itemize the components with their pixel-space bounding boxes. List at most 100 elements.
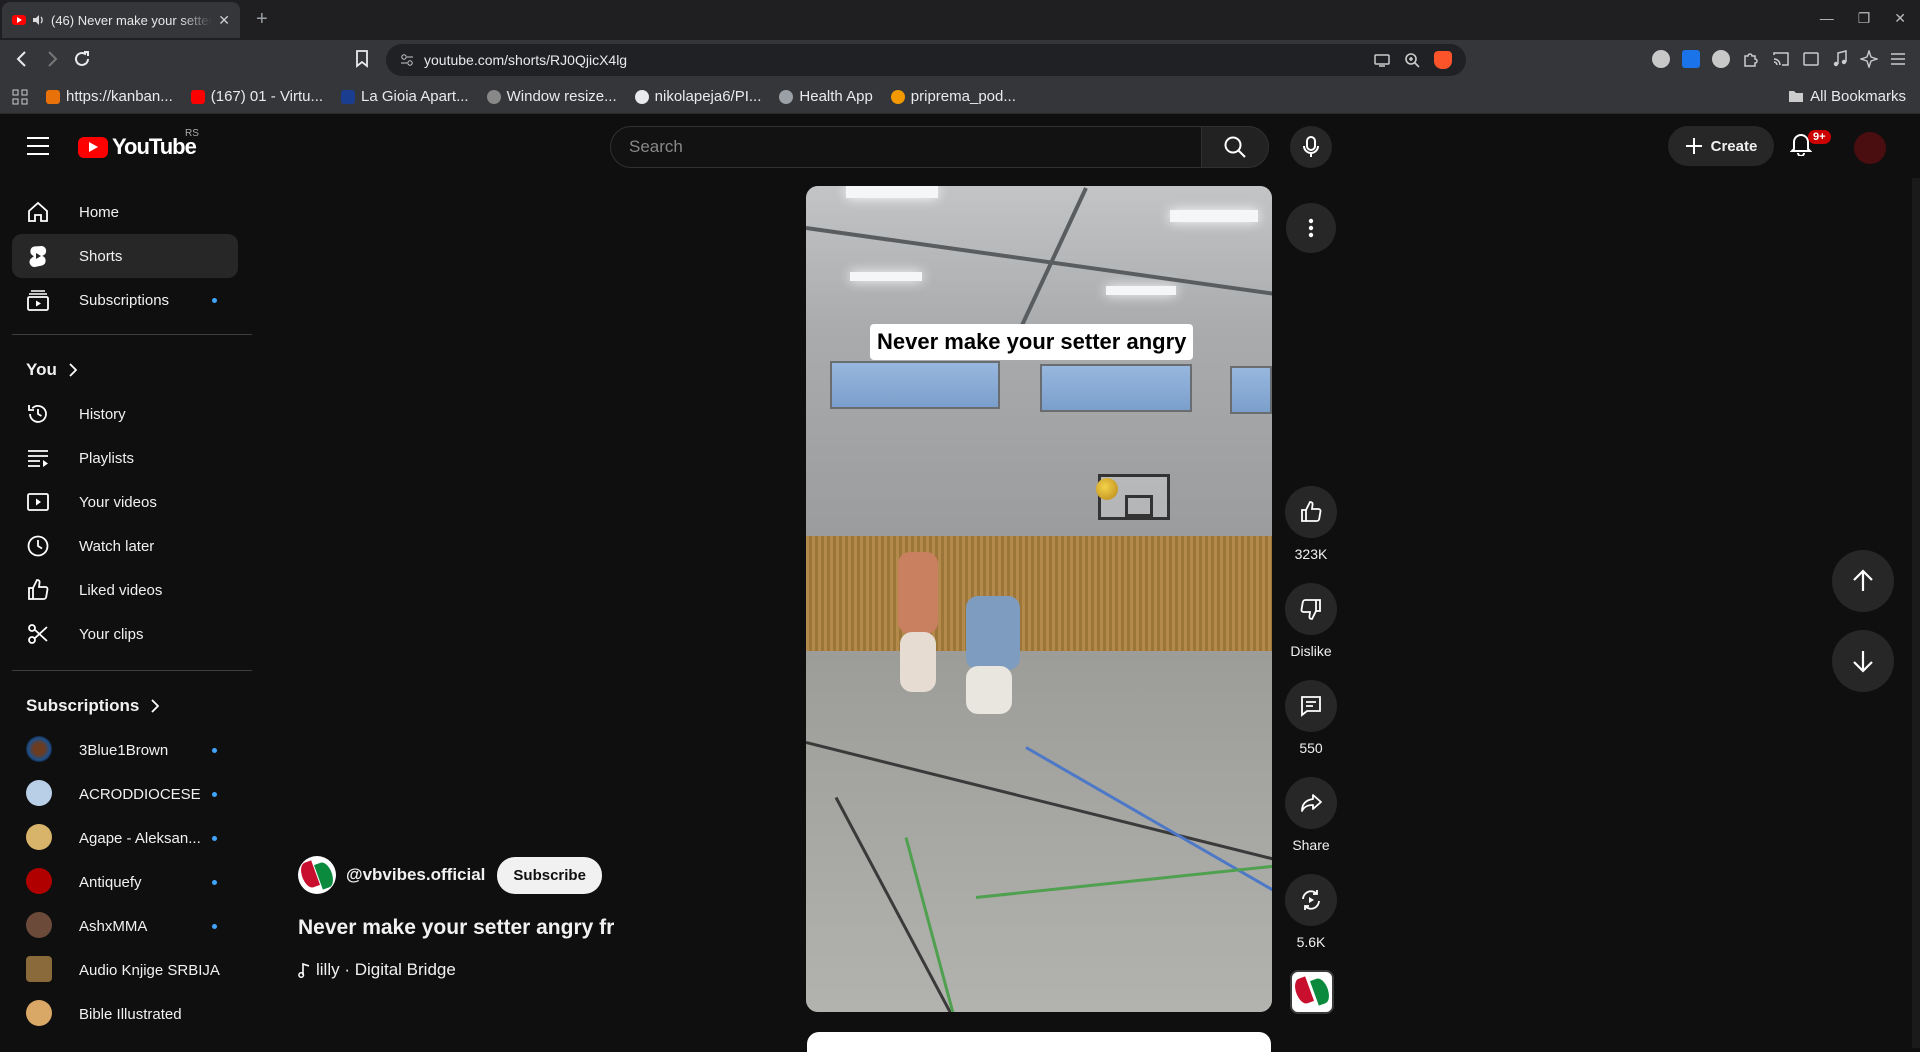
channel-avatar <box>26 912 52 938</box>
install-app-icon[interactable] <box>1374 53 1390 67</box>
sidebar-item-liked-videos[interactable]: Liked videos <box>12 568 238 612</box>
page-scrollbar[interactable] <box>1912 178 1920 1048</box>
sound-thumbnail[interactable] <box>1290 970 1334 1014</box>
thumbs-up-icon <box>1299 500 1323 524</box>
speaker-icon[interactable] <box>32 14 45 26</box>
browser-tab[interactable]: (46) Never make your setter angry fr - Y… <box>2 2 240 38</box>
create-label: Create <box>1710 137 1758 155</box>
next-short-preview[interactable] <box>807 1032 1271 1052</box>
extension-icon[interactable] <box>1712 50 1730 68</box>
search-button[interactable] <box>1201 126 1269 168</box>
more-options-button[interactable] <box>1286 203 1336 253</box>
all-bookmarks-button[interactable]: All Bookmarks <box>1788 88 1906 105</box>
bookmark-label: (167) 01 - Virtu... <box>210 88 324 105</box>
video-caption-overlay: Never make your setter angry <box>870 324 1194 360</box>
subscribe-button[interactable]: Subscribe <box>497 856 602 894</box>
sidebar-item-playlists[interactable]: Playlists <box>12 436 238 480</box>
bookmark-label: La Gioia Apart... <box>361 88 469 105</box>
bookmark-favicon-icon <box>46 89 60 104</box>
bookmark-item[interactable]: Window resize... <box>486 88 617 105</box>
bookmark-label: Window resize... <box>506 88 617 105</box>
bookmark-item[interactable]: Health App <box>779 88 873 105</box>
sidebar-item-home[interactable]: Home <box>12 190 238 234</box>
sidebar-item-your-videos[interactable]: Your videos <box>12 480 238 524</box>
subscription-channel[interactable]: Antiquefy <box>12 860 238 904</box>
sidebar-divider <box>12 334 252 335</box>
address-bar[interactable]: youtube.com/shorts/RJ0QjicX4lg <box>386 44 1466 76</box>
sidebar-item-your-clips[interactable]: Your clips <box>12 612 238 656</box>
guide-menu-icon[interactable] <box>26 136 50 156</box>
apps-grid-icon[interactable] <box>12 89 28 105</box>
extension-icon[interactable] <box>1652 50 1670 68</box>
channel-name: Agape - Aleksan... <box>79 829 201 847</box>
restore-icon[interactable]: ❐ <box>1858 10 1871 27</box>
subscription-channel[interactable]: 3Blue1Brown <box>12 728 238 772</box>
sidebar-item-subscriptions[interactable]: Subscriptions <box>12 278 238 322</box>
next-short-button[interactable] <box>1832 630 1894 692</box>
reload-icon[interactable] <box>73 50 91 68</box>
minimize-icon[interactable]: — <box>1820 10 1834 27</box>
search-input[interactable]: Search <box>610 126 1202 168</box>
puzzle-extensions-icon[interactable] <box>1742 50 1760 68</box>
account-avatar[interactable] <box>1854 132 1886 164</box>
browser-tabbar: (46) Never make your setter angry fr - Y… <box>0 0 1920 40</box>
video-light <box>846 186 938 198</box>
voice-search-button[interactable] <box>1290 126 1332 168</box>
you-section-heading[interactable]: You <box>26 360 77 380</box>
site-info-icon[interactable] <box>400 53 414 67</box>
forward-icon[interactable] <box>44 50 60 68</box>
bookmark-icon[interactable] <box>355 50 369 68</box>
previous-short-button[interactable] <box>1832 550 1894 612</box>
leo-ai-icon[interactable] <box>1860 50 1878 68</box>
search-placeholder: Search <box>629 137 683 156</box>
music-note-icon <box>298 962 310 978</box>
youtube-logo[interactable]: YouTube RS <box>78 128 199 160</box>
tab-close-icon[interactable]: ✕ <box>218 12 230 29</box>
subscription-channel[interactable]: AshxMMA <box>12 904 238 948</box>
media-controls-icon[interactable] <box>1832 50 1848 68</box>
share-button[interactable]: Share <box>1284 777 1338 853</box>
video-light <box>850 272 922 281</box>
sidebar-item-history[interactable]: History <box>12 392 238 436</box>
new-content-dot <box>212 747 217 753</box>
subscription-channel[interactable]: Audio Knjige SRBIJA <box>12 948 238 992</box>
remix-button[interactable]: 5.6K <box>1284 874 1338 950</box>
history-icon <box>26 402 50 426</box>
subscription-channel[interactable]: Agape - Aleksan... <box>12 816 238 860</box>
music-link[interactable]: lilly · Digital Bridge <box>298 960 798 980</box>
channel-avatar <box>26 1000 52 1026</box>
like-button[interactable]: 323K <box>1284 486 1338 562</box>
screenshot-icon[interactable] <box>1802 51 1820 67</box>
subscriptions-section-heading[interactable]: Subscriptions <box>26 696 160 716</box>
channel-handle[interactable]: @vbvibes.official <box>346 865 485 885</box>
sidebar-item-label: Watch later <box>79 537 155 555</box>
new-content-dot <box>212 791 217 797</box>
channel-avatar[interactable] <box>298 856 336 894</box>
new-tab-button[interactable]: + <box>256 8 268 30</box>
short-metadata: @vbvibes.official Subscribe Never make y… <box>298 856 798 980</box>
bookmark-item[interactable]: https://kanban... <box>46 88 173 105</box>
bookmark-item[interactable]: La Gioia Apart... <box>341 88 469 105</box>
cast-icon[interactable] <box>1772 51 1790 67</box>
remix-count: 5.6K <box>1296 934 1326 950</box>
sidebar-item-watch-later[interactable]: Watch later <box>12 524 238 568</box>
translate-extension-icon[interactable] <box>1682 50 1700 68</box>
subscription-channel[interactable]: Bible Illustrated <box>12 992 238 1036</box>
close-window-icon[interactable]: ✕ <box>1894 10 1906 27</box>
browser-menu-icon[interactable] <box>1890 52 1906 66</box>
zoom-icon[interactable] <box>1404 52 1420 68</box>
create-button[interactable]: Create <box>1668 126 1774 166</box>
shorts-icon <box>26 244 50 268</box>
bookmark-favicon-icon <box>190 89 205 104</box>
dislike-button[interactable]: Dislike <box>1284 583 1338 659</box>
sidebar-item-shorts[interactable]: Shorts <box>12 234 238 278</box>
dislike-label: Dislike <box>1290 643 1332 659</box>
bookmark-item[interactable]: nikolapeja6/PI... <box>634 88 761 105</box>
shorts-video-player[interactable]: Never make your setter angry <box>806 186 1272 1012</box>
comments-button[interactable]: 550 <box>1284 680 1338 756</box>
bookmark-item[interactable]: (167) 01 - Virtu... <box>190 88 324 105</box>
back-icon[interactable] <box>14 50 30 68</box>
subscription-channel[interactable]: ACRODDIOCESE <box>12 772 238 816</box>
bookmark-item[interactable]: priprema_pod... <box>890 88 1016 105</box>
brave-shields-icon[interactable] <box>1434 51 1452 69</box>
